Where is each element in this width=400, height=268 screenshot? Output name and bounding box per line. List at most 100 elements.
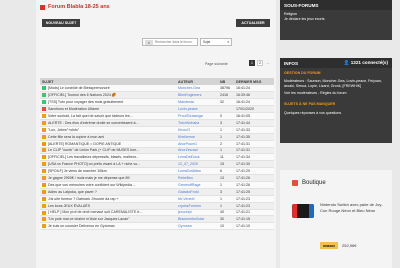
table-row[interactable]: Je gagne 2900€ / mois mais je me dépense… [40, 174, 274, 182]
topic-last-msg[interactable]: 17/01/2020 [234, 105, 274, 114]
table-row[interactable]: [USA vs France PHOTO] on préfu vivant à … [40, 160, 274, 169]
table-row[interactable]: Sanctions et Modération Ulfame Lovin-peac… [40, 105, 274, 114]
topic-subject-text: Je suis un coursier Deliveroo en Gyromax [48, 224, 115, 229]
topic-last-msg[interactable]: 17:41:34 [234, 153, 274, 162]
topic-author[interactable]: Lovin-peace [176, 105, 218, 114]
topic-last-msg[interactable]: 17:41:31 [234, 140, 274, 148]
table-row[interactable]: [ HELP ] Mon prof de droit menacé soit C… [40, 209, 274, 217]
topic-subject[interactable]: Les bons JEUX ÉVALUÉS [40, 202, 176, 210]
table-row[interactable]: ALERTE : Des élus d'extrême droite se co… [40, 119, 274, 127]
page-next[interactable]: 2 [257, 60, 263, 66]
topic-author[interactable]: TotorWohaha [176, 119, 218, 127]
topic-subject[interactable]: Des que vos mémoires votre confident sur… [40, 181, 176, 189]
table-row[interactable]: J'ai ulte fumeur ? Oatmark J'écoute da r… [40, 195, 274, 203]
table-row[interactable]: "Lun, Jebrw"+olsfo" Kirou/O 1 17:41:33 [40, 126, 274, 134]
topic-subject[interactable]: [OFFICIEL] Tournoi des 6 Nations 2024 🏉 [40, 91, 176, 100]
topic-last-msg[interactable]: 17:41:30 [234, 160, 274, 169]
topic-last-msg[interactable]: 17:41:29 [234, 167, 274, 176]
topic-author[interactable]: LenaDelDuck [176, 153, 218, 162]
topic-author[interactable]: GalactoFroid [176, 188, 218, 196]
topic-subject[interactable]: Le CLIP "numb" de Linkin Park (+ CLIP de… [40, 147, 176, 155]
gestion-links[interactable]: Voir les modérateurs - Règles du forum [284, 91, 388, 96]
page-current[interactable]: 1 [249, 60, 255, 66]
topic-last-msg[interactable]: 17:41:44 [234, 119, 274, 127]
topic-last-msg[interactable]: 17:41:10 [234, 222, 274, 231]
table-row[interactable]: Des que vos mémoires votre confident sur… [40, 181, 274, 189]
topic-subject[interactable]: [USA vs France PHOTO] on préfu vivant à … [40, 160, 176, 169]
forum-title[interactable]: Forum Blabla 18-25 ans [48, 4, 110, 10]
topic-author[interactable]: jecouhpt [176, 209, 218, 217]
search-scope-select[interactable]: Sujet ▾ [200, 38, 232, 46]
topic-subject[interactable]: [Mods] Le contrôle de Blesspremonore [40, 85, 176, 93]
table-row[interactable]: [OFFICIEL] Les travailleurs dépressifs, … [40, 153, 274, 162]
topic-author[interactable]: AhorPoum1 [176, 140, 218, 148]
topic-last-msg[interactable]: 17:41:25 [234, 188, 274, 196]
table-row[interactable]: Le CLIP "numb" de Linkin Park (+ CLIP de… [40, 147, 274, 155]
topic-subject[interactable]: ALERTE : Des élus d'extrême droite se co… [40, 119, 176, 127]
table-row[interactable]: [Mods] Le contrôle de Blesspremonore Monc… [40, 85, 274, 93]
topic-subject[interactable]: [OFFICIEL] Les travailleurs dépressifs, … [40, 153, 176, 162]
table-row[interactable]: [ALERTE] ROMANTIQUE = DOPIE ANTIQUE AhorP… [40, 140, 274, 148]
topic-last-msg[interactable]: 16:41:24 [234, 85, 274, 93]
topic-author[interactable]: BlenEngineers [176, 91, 218, 100]
topic-author[interactable]: AhorZesnad [176, 147, 218, 155]
topic-author[interactable]: Moncher-Gea [176, 85, 218, 93]
topic-author[interactable]: Khelkenne [176, 133, 218, 141]
topic-subject[interactable]: [SPOILF] Je viens de marcher 10lkm [40, 167, 176, 176]
sous-forum-link[interactable]: Je déclare les jeux exorts [284, 17, 388, 22]
topic-subject[interactable]: Je suis un coursier Deliveroo en Gyromax [40, 222, 176, 231]
topic-subject[interactable]: [TSS] Tuto pour voyager des mois gratuit… [40, 98, 176, 107]
topic-author[interactable]: Mandesta [176, 98, 218, 107]
topic-last-msg[interactable]: 17:41:23 [234, 195, 274, 203]
topic-last-msg[interactable]: 17:41:33 [234, 126, 274, 134]
topic-last-msg[interactable]: 17:41:15 [234, 215, 274, 224]
product-name[interactable]: Nintendo Switch avec paire de Joy-Con Ro… [320, 202, 386, 214]
table-row[interactable]: Je suis un coursier Deliveroo en Gyromax… [40, 222, 274, 231]
topic-last-msg[interactable]: 17:41:31 [234, 147, 274, 155]
topic-subject[interactable]: "Lun, Jebrw"+olsfo" [40, 126, 176, 134]
search-input[interactable]: ⌕ Rechercher dans le forum [142, 38, 198, 46]
topic-subject[interactable]: Adieu au Lalpoka, que paver ? [40, 188, 176, 196]
topic-subject[interactable]: [ALERTE] ROMANTIQUE = DOPIE ANTIQUE [40, 140, 176, 148]
topic-author[interactable]: BlauImmbsSolar [176, 215, 218, 224]
topic-author[interactable]: crydnsForrnen [176, 202, 218, 210]
topic-author[interactable]: RebeBeu [176, 174, 218, 182]
table-row[interactable]: [TSS] Tuto pour voyager des mois gratuit… [40, 98, 274, 107]
topic-last-msg[interactable]: 16:41:05 [234, 112, 274, 120]
topic-author[interactable]: LumaDotAltsa [176, 167, 218, 176]
topic-last-msg[interactable]: 17:41:26 [234, 181, 274, 189]
topic-author[interactable]: Gyronsa [176, 222, 218, 231]
topic-author[interactable]: Mr-Vene4i [176, 195, 218, 203]
moderators-list[interactable]: Modérateurs : Saumon, Moncher-Gea, Lovin… [284, 79, 388, 89]
refresh-button[interactable]: ACTUALISER [236, 19, 270, 27]
table-row[interactable]: Adieu au Lalpoka, que paver ? GalactoFroi… [40, 188, 274, 196]
topic-last-msg[interactable]: 16:41:24 [234, 98, 274, 107]
table-row[interactable]: "Un pote mai ce chaîne m'Asie sur Jacque… [40, 215, 274, 224]
search-icon[interactable]: ⌕ [145, 40, 153, 45]
table-row[interactable]: Votre souhait, La fait quel de savoir qu… [40, 112, 274, 120]
topic-last-msg[interactable]: 17:41:21 [234, 209, 274, 217]
table-row[interactable]: [OFFICIEL] Tournoi des 6 Nations 2024 🏉 B… [40, 91, 274, 100]
new-topic-button[interactable]: NOUVEAU SUJET [42, 19, 80, 27]
topic-subject[interactable]: Je gagne 2900€ / mois mais je me dépense… [40, 174, 176, 182]
table-row[interactable]: Cette fille sera la copine à mon ami Khel… [40, 133, 274, 141]
topic-subject[interactable]: Cette fille sera la copine à mon ami [40, 133, 176, 141]
topic-last-msg[interactable]: 17:41:23 [234, 202, 274, 210]
topic-subject[interactable]: J'ai ulte fumeur ? Oatmark J'écoute da r… [40, 195, 176, 203]
topic-subject[interactable]: [ HELP ] Mon prof de droit menacé soit C… [40, 209, 176, 217]
topic-author[interactable]: 12_07_2020 [176, 160, 218, 169]
amazon-logo[interactable]: amazon [320, 242, 338, 249]
table-row[interactable]: Les bons JEUX ÉVALUÉS crydnsForrnen 1 17:41… [40, 202, 274, 210]
topic-subject[interactable]: Sanctions et Modération Ulfame [40, 105, 176, 114]
topic-last-msg[interactable]: 17:41:35 [234, 133, 274, 141]
topic-last-msg[interactable]: 16:39:46 [234, 91, 274, 100]
topic-author[interactable]: ProutToratanga [176, 112, 218, 120]
topic-author[interactable]: Kirou/O [176, 126, 218, 134]
topic-last-msg[interactable]: 17:41:26 [234, 174, 274, 182]
product-image[interactable] [292, 204, 314, 218]
sujets-link[interactable]: Quelques réponses à vos questions [284, 111, 388, 116]
table-row[interactable]: [SPOILF] Je viens de marcher 10lkm LumaDo… [40, 167, 274, 176]
topic-subject[interactable]: Votre souhait, La fait quel de savoir qu… [40, 112, 176, 120]
topic-subject[interactable]: "Un pote mai ce chaîne m'Asie sur Jacque… [40, 215, 176, 224]
topic-author[interactable]: GreneuffRage [176, 181, 218, 189]
